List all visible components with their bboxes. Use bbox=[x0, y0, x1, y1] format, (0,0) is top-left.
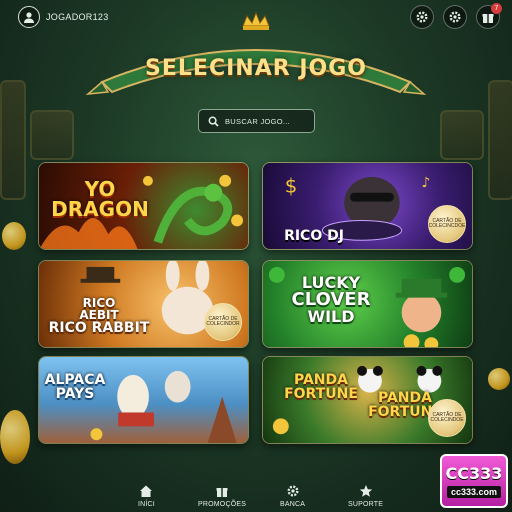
nav-label: PROMOÇÕES bbox=[198, 501, 247, 508]
nav-item-home[interactable]: INÍCI bbox=[138, 484, 155, 508]
game-title-line: PAYS bbox=[55, 386, 95, 402]
nav-label: INÍCI bbox=[138, 501, 155, 508]
bottom-navigation: INÍCI PROMOÇÕES BANCA SUPORTE bbox=[0, 474, 512, 512]
nav-label: BANCA bbox=[280, 501, 306, 508]
search-icon bbox=[208, 116, 219, 127]
svg-text:♪: ♪ bbox=[421, 175, 430, 191]
game-title-line: ALPACA bbox=[44, 372, 106, 388]
game-card-panda-fortune[interactable]: PANDA FORTUNE PANDA FORTUNE CARTÃO DE CO… bbox=[262, 356, 473, 444]
collector-card-badge: CARTÃO DE COLECINCDOE bbox=[428, 205, 466, 243]
game-card-lucky-clover-wild[interactable]: LUCKY CLOVER WILD bbox=[262, 260, 473, 348]
search-placeholder: BUSCAR JOGO... bbox=[225, 116, 291, 126]
collector-card-badge: CARTÃO DE COLECINDOE bbox=[428, 399, 466, 437]
watermark-logo: CC333 cc333.com bbox=[440, 454, 508, 508]
game-title-line: DRAGON bbox=[51, 197, 149, 221]
game-title-line: RICO RABBIT bbox=[48, 320, 150, 336]
game-title-line: FORTUNE bbox=[284, 386, 358, 402]
game-card-rico-dj[interactable]: $ ♪ RICO DJ CARTÃO DE COLECINCDOE bbox=[262, 162, 473, 250]
game-title-line: YO bbox=[84, 177, 116, 201]
search-input[interactable]: BUSCAR JOGO... bbox=[198, 109, 315, 133]
game-title-line: PANDA bbox=[378, 390, 432, 406]
background-coin bbox=[2, 222, 26, 250]
game-card-yo-dragon[interactable]: YO DRAGON bbox=[38, 162, 249, 250]
title-banner: SELECINAR JOGO bbox=[0, 10, 512, 110]
game-card-rico-rabbit[interactable]: RICO AEBIT RICO RABBIT CARTÃO DE COLECIN… bbox=[38, 260, 249, 348]
background-slot-machine bbox=[30, 110, 74, 160]
svg-text:$: $ bbox=[285, 175, 298, 198]
game-title-line: PANDA bbox=[294, 372, 348, 388]
background-coin bbox=[0, 410, 30, 464]
nav-label: SUPORTE bbox=[348, 501, 384, 508]
gear-icon bbox=[287, 485, 299, 497]
nav-item-support[interactable]: SUPORTE bbox=[348, 484, 383, 508]
watermark-site: cc333.com bbox=[446, 486, 502, 498]
watermark-brand: CC333 bbox=[445, 464, 503, 483]
game-card-alpaca-pays[interactable]: ALPACA PAYS bbox=[38, 356, 249, 444]
game-title-line: WILD bbox=[307, 307, 355, 326]
gift-icon bbox=[216, 488, 228, 497]
game-title-line: RICO DJ bbox=[284, 228, 344, 244]
home-icon bbox=[140, 485, 153, 497]
nav-item-promotions[interactable]: PROMOÇÕES bbox=[198, 484, 246, 508]
page-title: SELECINAR JOGO bbox=[145, 56, 367, 81]
nav-item-banca[interactable]: BANCA bbox=[280, 484, 305, 508]
collector-card-badge: CARTÃO DE COLECINDOR bbox=[204, 303, 242, 341]
background-coin bbox=[488, 368, 510, 390]
star-icon bbox=[359, 485, 372, 497]
background-slot-machine bbox=[440, 110, 484, 160]
crown-icon bbox=[242, 11, 270, 30]
